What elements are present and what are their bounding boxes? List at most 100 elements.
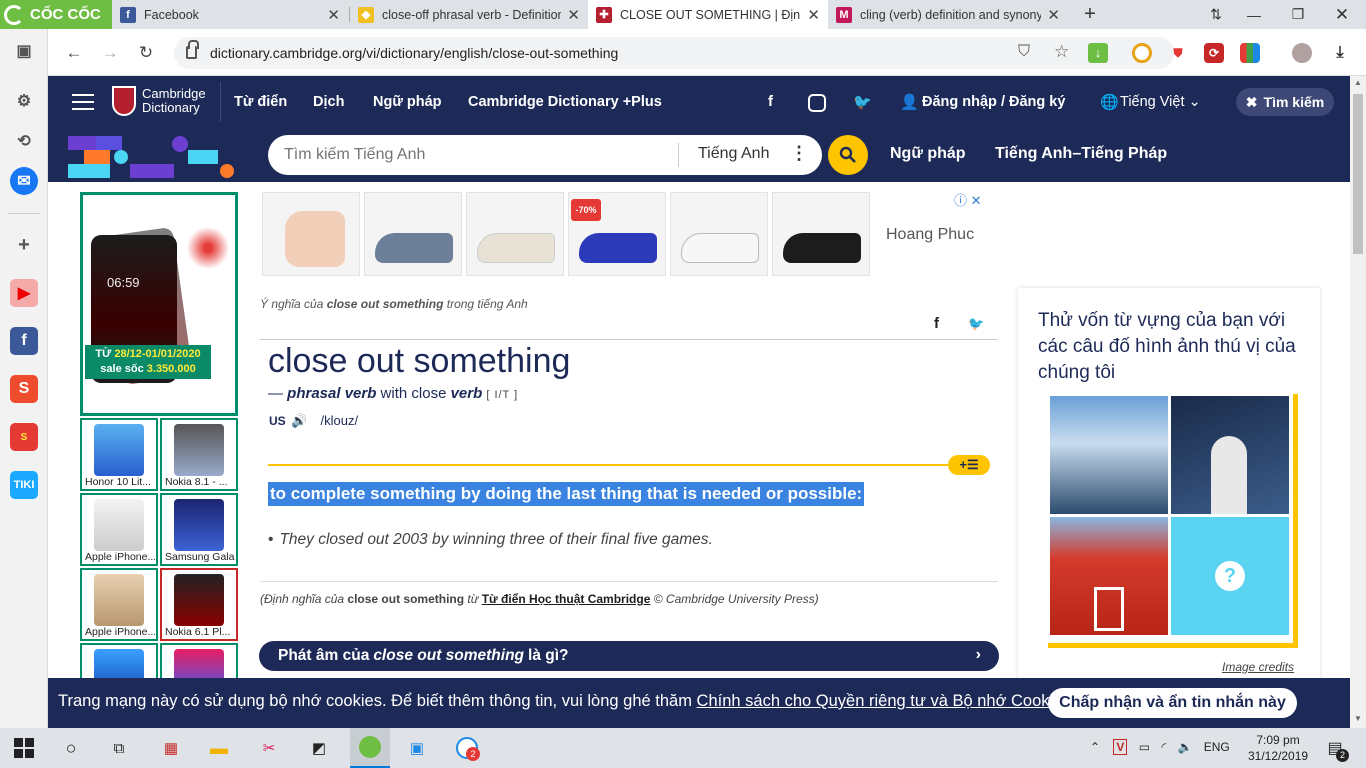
close-tab-icon[interactable]: ✕ (327, 6, 340, 24)
product-thumb[interactable]: Apple iPhone... (80, 493, 158, 566)
close-tab-icon[interactable]: ✕ (807, 6, 820, 24)
new-tab-button[interactable]: + (1068, 0, 1112, 29)
forward-icon[interactable]: → (98, 41, 122, 65)
reload-icon[interactable]: ↻ (134, 41, 158, 65)
search-submit-button[interactable] (828, 135, 868, 175)
snipping-tool-icon[interactable]: ✂ (254, 733, 284, 763)
vocab-quiz-widget[interactable]: Thử vốn từ vựng của bạn với các câu đố h… (1018, 288, 1320, 728)
tray-expand-icon[interactable]: ⌃ (1090, 740, 1100, 754)
profile-avatar[interactable] (1292, 43, 1312, 63)
privacy-policy-link[interactable]: Chính sách cho Quyền riêng tư và Bộ nhớ … (697, 692, 1071, 710)
shopee-icon[interactable]: S (10, 375, 38, 403)
twitter-icon[interactable]: 🐦 (853, 93, 872, 111)
windows-start-icon[interactable] (14, 738, 34, 758)
quiz-image-grid[interactable]: ? (1048, 394, 1298, 648)
tab-facebook[interactable]: f Facebook ✕ (112, 0, 348, 29)
unikey-icon[interactable]: V (1113, 739, 1128, 755)
tab-cambridge[interactable]: ✚ CLOSE OUT SOMETHING | Định ng ✕ (588, 0, 828, 29)
app-chart-icon[interactable]: ▦ (156, 733, 186, 763)
history-icon[interactable]: ⟲ (10, 127, 38, 155)
quiz-image-hidden[interactable]: ? (1171, 517, 1289, 635)
search-language-select[interactable]: Tiếng Anh (698, 145, 769, 163)
nav-dictionary[interactable]: Từ điển (234, 94, 287, 110)
sendo-icon[interactable]: S (10, 423, 38, 451)
product-thumb[interactable]: Samsung Gala... (160, 493, 238, 566)
extension-red-icon[interactable]: ⟳ (1204, 43, 1224, 63)
shield-icon[interactable]: ⛉ (1018, 43, 1030, 61)
messenger-icon[interactable]: ✉ (10, 167, 38, 195)
search-input[interactable]: Tìm kiếm Tiếng Anh Tiếng Anh ⋮ (268, 135, 822, 175)
shoe-product[interactable] (262, 192, 360, 276)
shoe-product[interactable] (364, 192, 462, 276)
minimize-icon[interactable]: — (1232, 0, 1276, 29)
facebook-icon[interactable]: f (768, 93, 773, 110)
zalo-icon[interactable]: 2 (452, 733, 482, 763)
colorful-extension-icon[interactable] (1240, 43, 1260, 63)
product-thumb[interactable]: Nokia 6.1 Pl... (160, 568, 238, 641)
sidebar-toggle-icon[interactable]: ▣ (10, 37, 38, 65)
left-sidebar-ad[interactable]: 06:59 TỪ 28/12-01/01/2020 sale sốc 3.350… (80, 192, 238, 728)
login-link[interactable]: Đăng nhập / Đăng ký (922, 94, 1065, 110)
file-explorer-icon[interactable]: ▬ (204, 733, 234, 763)
english-french-link[interactable]: Tiếng Anh–Tiếng Pháp (995, 145, 1167, 163)
close-tab-icon[interactable]: ✕ (567, 6, 580, 24)
bookmark-star-icon[interactable]: ☆ (1054, 42, 1069, 62)
app-icon[interactable]: ▣ (402, 733, 432, 763)
add-shortcut-icon[interactable]: + (10, 231, 38, 259)
audio-speaker-icon[interactable]: 🔊 (291, 413, 307, 428)
share-facebook-icon[interactable]: f (934, 315, 939, 332)
shoe-ad-banner[interactable]: -70% Hoang Phuc ⓘ ✕ (260, 192, 990, 278)
hamburger-menu-icon[interactable] (72, 94, 94, 110)
nav-translate[interactable]: Dịch (313, 94, 344, 110)
sticky-notes-icon[interactable]: ◩ (304, 733, 334, 763)
scroll-up-icon[interactable]: ▲ (1354, 78, 1362, 87)
shoe-product[interactable] (466, 192, 564, 276)
task-view-icon[interactable]: ⧉ (104, 733, 134, 763)
chrome-extension-icon[interactable] (1132, 43, 1152, 63)
ad-brand-name[interactable]: Hoang Phuc (886, 226, 974, 244)
add-to-wordlist-button[interactable]: +☰ (948, 455, 990, 475)
grammar-code[interactable]: [ I/T ] (482, 389, 518, 401)
shoe-product[interactable] (670, 192, 768, 276)
part-of-speech[interactable]: phrasal verb (287, 385, 376, 402)
action-center-icon[interactable]: ▤ 2 (1320, 733, 1350, 763)
scroll-down-icon[interactable]: ▼ (1354, 714, 1362, 723)
instagram-icon[interactable] (808, 94, 826, 112)
quiz-image-skyscraper[interactable] (1050, 396, 1168, 514)
nav-plus[interactable]: Cambridge Dictionary +Plus (468, 94, 662, 110)
close-tab-icon[interactable]: ✕ (1047, 6, 1060, 24)
coccoc-menu-button[interactable]: CỐC CỐC (0, 0, 112, 29)
share-twitter-icon[interactable]: 🐦 (968, 316, 984, 332)
quiz-title[interactable]: Thử vốn từ vựng của bạn với các câu đố h… (1038, 308, 1308, 386)
accept-cookies-button[interactable]: Chấp nhận và ẩn tin nhắn này (1048, 688, 1297, 718)
facebook-shortcut-icon[interactable]: f (10, 327, 38, 355)
product-thumb[interactable]: Apple iPhone... (80, 568, 158, 641)
coccoc-taskbar-icon[interactable] (350, 728, 390, 768)
more-options-icon[interactable]: ⋮ (790, 143, 808, 164)
pronunciation-accordion[interactable]: Phát âm của close out something là gì? › (259, 641, 999, 671)
tiki-icon[interactable]: TIKI (10, 471, 38, 499)
tab-macmillan[interactable]: M cling (verb) definition and synonym ✕ (828, 0, 1068, 29)
verb-label[interactable]: verb (451, 385, 483, 402)
page-scrollbar[interactable]: ▲ ▼ (1350, 76, 1366, 728)
shoe-product[interactable]: -70% (568, 192, 666, 276)
download-video-icon[interactable]: ↓ (1088, 43, 1108, 63)
wifi-icon[interactable]: ◜ (1161, 740, 1166, 754)
quiz-image-barn[interactable] (1050, 517, 1168, 635)
battery-icon[interactable]: ▭ (1139, 740, 1150, 754)
source-link[interactable]: Từ điển Học thuật Cambridge (482, 592, 651, 606)
adblock-icon[interactable]: ⛊ (1168, 43, 1188, 63)
nav-grammar[interactable]: Ngữ pháp (373, 94, 442, 110)
downloads-icon[interactable]: ⤓ (1330, 43, 1350, 63)
quiz-image-windmill[interactable] (1171, 396, 1289, 514)
address-bar[interactable]: dictionary.cambridge.org/vi/dictionary/e… (174, 37, 1174, 69)
cortana-search-icon[interactable]: ○ (56, 733, 86, 763)
back-icon[interactable]: ← (62, 41, 86, 65)
product-thumb[interactable]: Honor 10 Lit... (80, 418, 158, 491)
close-window-icon[interactable]: ✕ (1320, 0, 1364, 29)
youtube-icon[interactable]: ▶ (10, 279, 38, 307)
input-language[interactable]: ENG (1204, 740, 1230, 754)
restore-icon[interactable]: ❐ (1276, 0, 1320, 29)
phone-promo-ad[interactable]: 06:59 TỪ 28/12-01/01/2020 sale sốc 3.350… (80, 192, 238, 416)
adchoices-icon[interactable]: ⓘ ✕ (954, 190, 982, 209)
